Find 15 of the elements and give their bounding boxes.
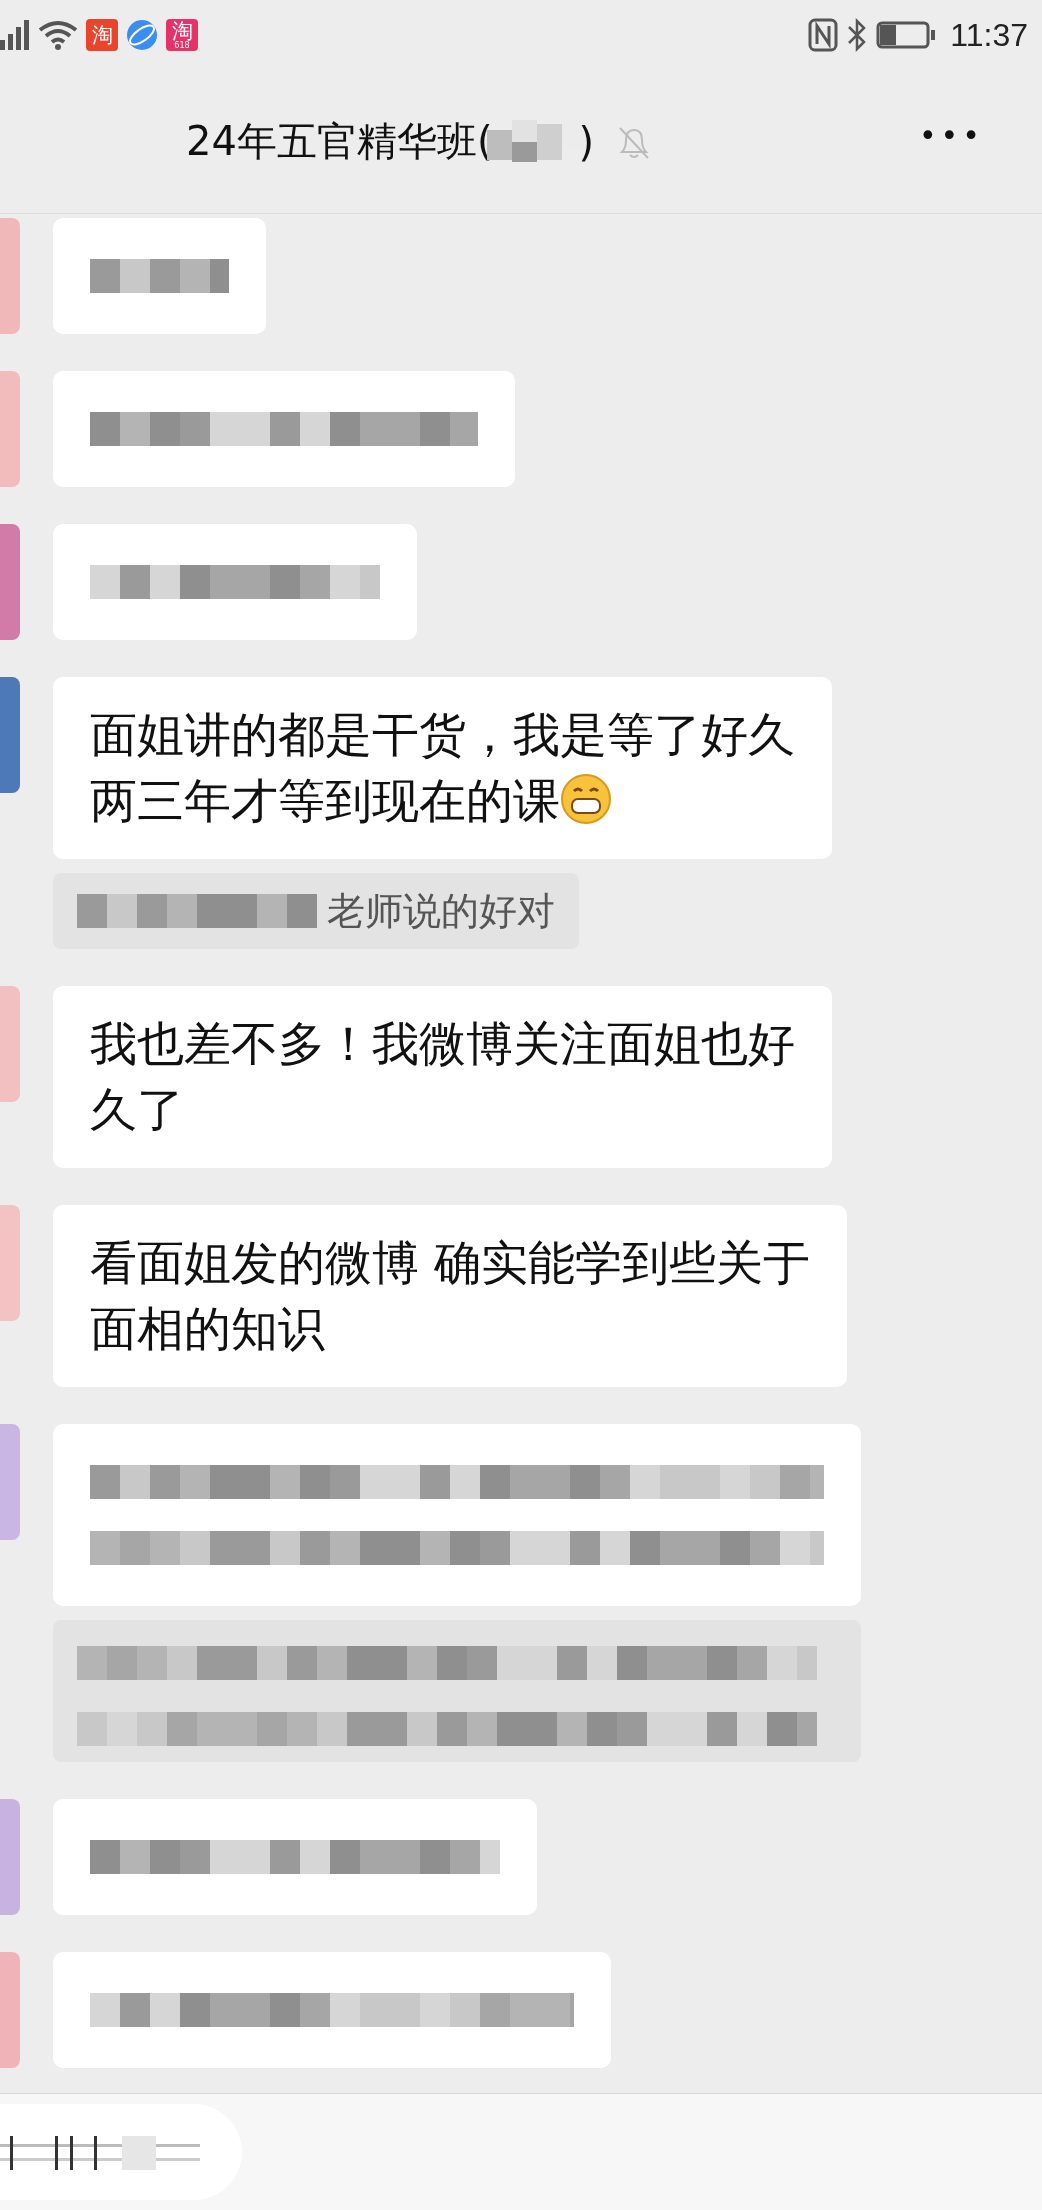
nfc-icon — [808, 18, 839, 52]
app-icon: 淘 — [86, 19, 118, 51]
quote-text: 老师说的好对 — [327, 888, 555, 935]
more-button[interactable]: ••• — [918, 118, 984, 153]
message-text: 面姐讲的都是干货，我是等了好久 两三年才等到现在的课 — [90, 706, 795, 830]
wifi-icon — [38, 20, 78, 50]
status-time: 11:37 — [950, 16, 1028, 54]
message-text: 看面姐发的微博 确实能学到些关于 面相的知识 — [90, 1234, 810, 1358]
chat-title: 24年五官精华班( — [186, 117, 493, 166]
input-field[interactable] — [0, 2104, 242, 2200]
title-parenthesis: ) — [578, 118, 595, 165]
battery-icon — [876, 21, 937, 49]
message-text: 我也差不多！我微博关注面姐也好 久了 — [90, 1015, 795, 1139]
signal-icon — [0, 18, 30, 52]
app-icon: 淘 618 — [166, 19, 198, 51]
